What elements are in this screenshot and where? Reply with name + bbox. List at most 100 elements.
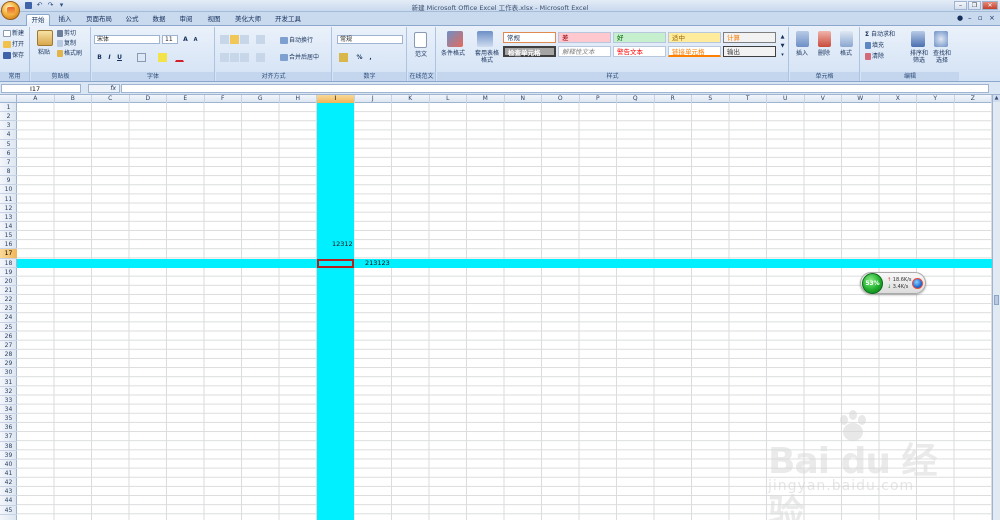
row-header-22[interactable]: 22 xyxy=(0,295,17,305)
row-header-8[interactable]: 8 xyxy=(0,167,17,177)
column-header-j[interactable]: J xyxy=(355,95,392,103)
row-header-26[interactable]: 26 xyxy=(0,332,17,341)
row-header-36[interactable]: 36 xyxy=(0,423,17,433)
copy-button[interactable]: 复制 xyxy=(57,40,76,47)
row-header-31[interactable]: 31 xyxy=(0,378,17,387)
style-calc[interactable]: 计算 xyxy=(723,32,776,43)
align-center-icon[interactable] xyxy=(230,53,239,62)
style-normal[interactable]: 常规 xyxy=(503,32,556,43)
style-explain[interactable]: 解释性文本 xyxy=(558,46,611,57)
column-header-h[interactable]: H xyxy=(280,95,317,103)
row-header-44[interactable]: 44 xyxy=(0,496,17,506)
column-header-v[interactable]: V xyxy=(805,95,842,103)
row-header-7[interactable]: 7 xyxy=(0,158,17,168)
column-header-n[interactable]: N xyxy=(505,95,542,103)
column-header-w[interactable]: W xyxy=(842,95,880,103)
column-header-y[interactable]: Y xyxy=(917,95,955,103)
table-format-icon[interactable] xyxy=(477,31,493,47)
row-header-38[interactable]: 38 xyxy=(0,442,17,451)
row-header-30[interactable]: 30 xyxy=(0,368,17,378)
tab-beautify[interactable]: 美化大师 xyxy=(232,14,264,26)
tab-view[interactable]: 视图 xyxy=(204,14,224,26)
cell-i15[interactable]: 12312 xyxy=(332,240,353,249)
tab-page-layout[interactable]: 页面布局 xyxy=(83,14,115,26)
insert-cells-button[interactable]: 插入 xyxy=(796,50,808,57)
column-header-c[interactable]: C xyxy=(92,95,130,103)
row-header-37[interactable]: 37 xyxy=(0,432,17,442)
wrap-text-button[interactable]: 自动换行 xyxy=(280,37,313,44)
formula-input[interactable] xyxy=(121,84,989,93)
row-header-3[interactable]: 3 xyxy=(0,121,17,131)
tab-developer[interactable]: 开发工具 xyxy=(272,14,304,26)
row-header-34[interactable]: 34 xyxy=(0,405,17,415)
insert-cells-icon[interactable] xyxy=(796,31,809,47)
column-header-m[interactable]: M xyxy=(467,95,505,103)
row-header-27[interactable]: 27 xyxy=(0,341,17,351)
format-painter-button[interactable]: 格式刷 xyxy=(57,50,82,57)
row-header-4[interactable]: 4 xyxy=(0,130,17,140)
style-output[interactable]: 输出 xyxy=(723,46,776,57)
column-header-l[interactable]: L xyxy=(430,95,467,103)
column-header-g[interactable]: G xyxy=(242,95,280,103)
font-color-icon[interactable] xyxy=(175,53,184,62)
office-button[interactable] xyxy=(1,1,20,20)
styles-scroll-down-icon[interactable]: ▼ xyxy=(778,41,787,50)
row-header-21[interactable]: 21 xyxy=(0,286,17,296)
help-icon[interactable]: ● xyxy=(957,14,963,22)
row-header-18[interactable]: 18 xyxy=(0,259,17,268)
row-header-43[interactable]: 43 xyxy=(0,487,17,497)
fanwen-button[interactable]: 范文 xyxy=(415,51,427,58)
column-header-b[interactable]: B xyxy=(55,95,92,103)
new-button[interactable]: 新建 xyxy=(3,30,24,37)
column-header-s[interactable]: S xyxy=(692,95,730,103)
row-header-23[interactable]: 23 xyxy=(0,304,17,314)
indent-icon[interactable] xyxy=(256,53,265,62)
border-icon[interactable] xyxy=(137,53,146,62)
column-header-q[interactable]: Q xyxy=(617,95,655,103)
find-select-button[interactable]: 查找和选择 xyxy=(932,50,952,64)
align-bottom-icon[interactable] xyxy=(240,35,249,44)
tab-data[interactable]: 数据 xyxy=(149,14,169,26)
column-header-e[interactable]: E xyxy=(167,95,205,103)
bold-button[interactable]: B xyxy=(95,53,104,62)
row-header-11[interactable]: 11 xyxy=(0,195,17,204)
undo-icon[interactable]: ↶ xyxy=(35,1,44,10)
styles-scroll-up-icon[interactable]: ▲ xyxy=(778,32,787,41)
open-button[interactable]: 打开 xyxy=(3,41,24,48)
autosum-button[interactable]: Σ 自动求和 xyxy=(865,31,895,38)
ribbon-close-icon[interactable]: × xyxy=(989,14,995,22)
redo-icon[interactable]: ↷ xyxy=(46,1,55,10)
row-header-33[interactable]: 33 xyxy=(0,396,17,405)
row-header-6[interactable]: 6 xyxy=(0,149,17,158)
row-header-35[interactable]: 35 xyxy=(0,414,17,424)
close-button[interactable]: ✕ xyxy=(982,1,998,10)
column-header-u[interactable]: U xyxy=(767,95,805,103)
insert-function-button[interactable]: fx xyxy=(88,84,120,93)
font-name-combo[interactable]: 宋体 xyxy=(94,35,160,44)
fill-color-icon[interactable] xyxy=(158,53,167,62)
row-header-29[interactable]: 29 xyxy=(0,359,17,369)
scroll-up-icon[interactable]: ▲ xyxy=(993,95,1000,102)
select-all-button[interactable] xyxy=(0,95,17,103)
style-check[interactable]: 检查单元格 xyxy=(503,46,556,57)
currency-icon[interactable] xyxy=(339,53,348,62)
row-header-14[interactable]: 14 xyxy=(0,222,17,232)
ribbon-restore-icon[interactable]: ▫ xyxy=(978,14,983,22)
align-left-icon[interactable] xyxy=(220,53,229,62)
minimize-button[interactable]: – xyxy=(954,1,967,10)
styles-more-icon[interactable]: ▾ xyxy=(778,50,787,59)
tab-review[interactable]: 审阅 xyxy=(176,14,196,26)
row-header-28[interactable]: 28 xyxy=(0,350,17,360)
vertical-scrollbar[interactable]: ▲ xyxy=(992,95,1000,520)
scroll-thumb[interactable] xyxy=(994,295,999,305)
fill-button[interactable]: 填充 xyxy=(865,42,884,49)
column-header-z[interactable]: Z xyxy=(955,95,992,103)
ribbon-minimize-icon[interactable]: – xyxy=(968,14,972,22)
style-linked[interactable]: 链接单元格 xyxy=(668,46,721,57)
grow-font-button[interactable]: A xyxy=(181,35,190,44)
number-format-combo[interactable]: 常规 xyxy=(337,35,403,44)
column-header-f[interactable]: F xyxy=(205,95,242,103)
delete-cells-button[interactable]: 删除 xyxy=(818,50,830,57)
network-speed-widget[interactable]: 53% ↑ 18.6K/s ↓ 3.4K/s xyxy=(860,272,926,294)
align-top-icon[interactable] xyxy=(220,35,229,44)
